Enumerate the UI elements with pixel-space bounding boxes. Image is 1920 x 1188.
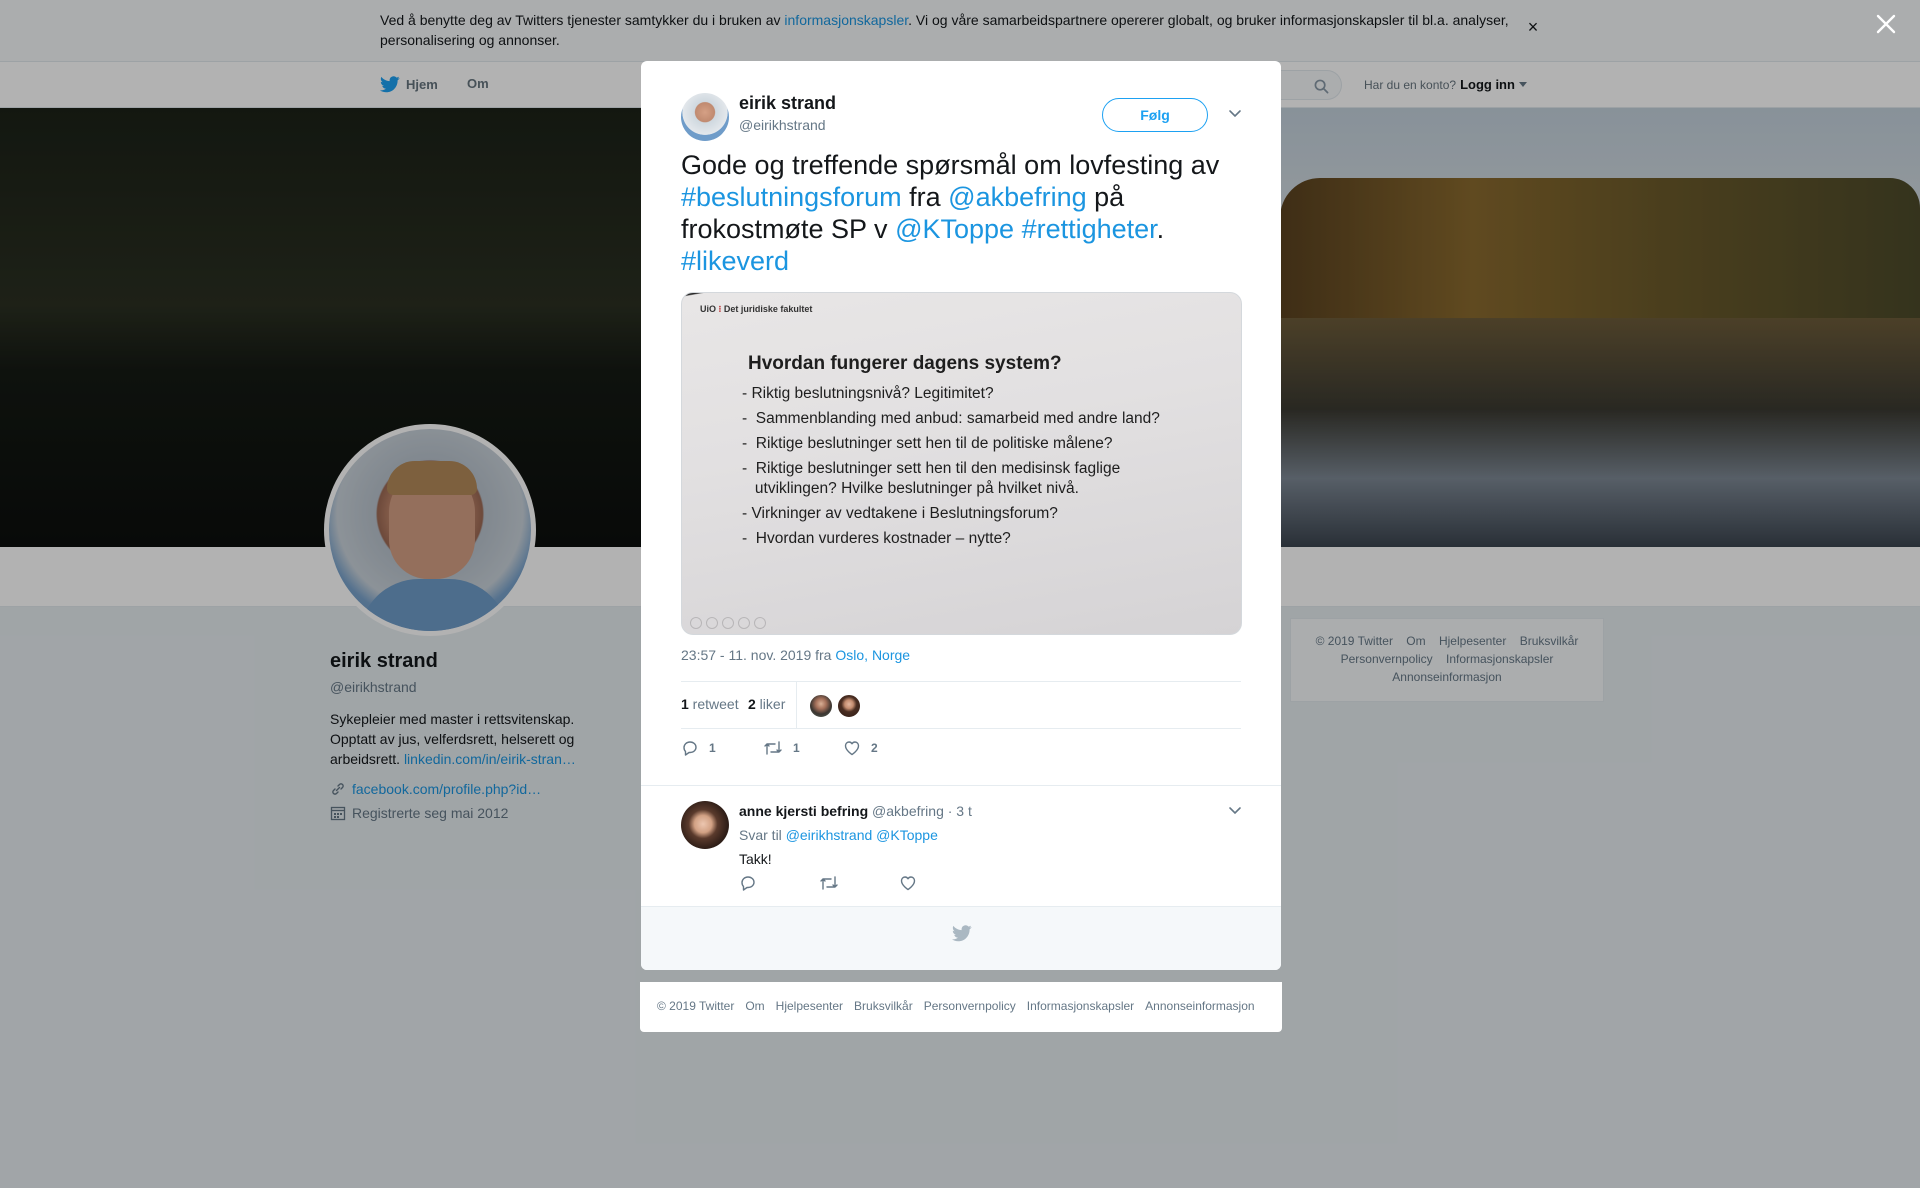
slide-title: Hvordan fungerer dagens system? <box>748 353 1062 374</box>
slide-bullets: - Riktig beslutningsnivå? Legitimitet? -… <box>742 381 1241 549</box>
footer-copyright: © 2019 Twitter <box>657 999 735 1013</box>
like-action-count: 2 <box>871 741 878 755</box>
footer-help[interactable]: Hjelpesenter <box>776 999 843 1032</box>
like-button[interactable]: 2 <box>843 739 878 757</box>
chevron-down-icon[interactable] <box>1228 806 1242 816</box>
slide-bullet: - Riktige beslutninger sett hen til de p… <box>742 435 1113 452</box>
tweet-author-handle[interactable]: @eirikhstrand <box>739 117 826 133</box>
tweet-image[interactable]: UiO ⁝ Det juridiske fakultet Hvordan fun… <box>681 292 1242 635</box>
retweet-action-count: 1 <box>793 741 800 755</box>
mention-ktoppe[interactable]: @KToppe <box>876 827 938 843</box>
reply-author-avatar[interactable] <box>681 801 729 849</box>
tweet-text-part: . <box>1156 214 1165 244</box>
retweet-icon <box>764 741 782 755</box>
retweet-count: 1 <box>681 696 689 712</box>
footer-about[interactable]: Om <box>745 999 764 1032</box>
tweet-text-part: fra <box>901 182 949 212</box>
slide-bullet: utviklingen? Hvilke beslutninger på hvil… <box>742 480 1079 497</box>
tweet-actions: 1 1 2 <box>681 739 1241 763</box>
twitter-bird-icon <box>952 925 972 942</box>
reply-to: Svar til @eirikhstrand @KToppe <box>739 827 938 843</box>
reply-author-name[interactable]: anne kjersti befring <box>739 803 868 819</box>
slide-uio-logo: UiO <box>700 304 717 314</box>
tweet-text-part <box>1014 214 1022 244</box>
reply-count: 1 <box>709 741 716 755</box>
reply-text: Takk! <box>739 851 772 867</box>
retweet-button[interactable]: 1 <box>763 739 800 757</box>
reply-icon[interactable] <box>739 874 757 892</box>
heart-icon <box>844 741 860 756</box>
modal-footer-bar <box>641 906 1281 970</box>
slide-header: UiO ⁝ Det juridiske fakultet <box>700 304 812 315</box>
close-icon[interactable] <box>1874 12 1898 36</box>
reply-button[interactable]: 1 <box>681 739 716 757</box>
tweet-modal: eirik strand @eirikhstrand Følg Gode og … <box>641 61 1281 970</box>
liker-avatar[interactable] <box>837 694 861 718</box>
liker-avatar[interactable] <box>809 694 833 718</box>
hashtag-likeverd[interactable]: #likeverd <box>681 246 789 276</box>
tweet-text-part: Gode og treffende spørsmål om lovfesting… <box>681 150 1220 180</box>
reply-icon <box>683 741 697 756</box>
slide-faculty: Det juridiske fakultet <box>723 304 813 314</box>
hashtag-beslutningsforum[interactable]: #beslutningsforum <box>681 182 902 212</box>
slide-bullet: - Riktig beslutningsnivå? Legitimitet? <box>742 385 994 402</box>
slide-bullet: - Sammenblanding med anbud: samarbeid me… <box>742 410 1160 427</box>
modal-footer-links: © 2019 Twitter Om Hjelpesenter Bruksvilk… <box>640 982 1282 1032</box>
slide-controls <box>690 617 766 629</box>
footer-cookies[interactable]: Informasjonskapsler <box>1027 999 1134 1032</box>
slide-bullet: - Riktige beslutninger sett hen til den … <box>742 460 1121 477</box>
chevron-down-icon[interactable] <box>1228 109 1242 119</box>
like-count: 2 <box>748 696 756 712</box>
tweet-text: Gode og treffende spørsmål om lovfesting… <box>681 149 1251 277</box>
mention-akbefring[interactable]: @akbefring <box>948 182 1086 212</box>
reply-tweet[interactable]: anne kjersti befring @akbefring · 3 t Sv… <box>641 785 1281 901</box>
like-stat[interactable]: 2 liker <box>748 696 785 712</box>
footer-privacy[interactable]: Personvernpolicy <box>924 999 1016 1032</box>
slide-bullet: - Virkninger av vedtakene i Beslutningsf… <box>742 505 1058 522</box>
mention-eirikhstrand[interactable]: @eirikhstrand <box>786 827 873 843</box>
reply-time[interactable]: · 3 t <box>944 803 972 819</box>
divider <box>796 682 797 728</box>
tweet-timestamp: 23:57 - 11. nov. 2019 fra Oslo, Norge <box>681 647 910 663</box>
tweet-time: 23:57 - 11. nov. 2019 fra <box>681 647 836 663</box>
reply-to-label: Svar til <box>739 827 786 843</box>
reply-actions <box>739 874 1039 894</box>
tweet-stats: 1 retweet 2 liker <box>681 681 1241 729</box>
reply-header: anne kjersti befring @akbefring · 3 t <box>739 803 972 819</box>
hashtag-rettigheter[interactable]: #rettigheter <box>1022 214 1157 244</box>
mention-ktoppe[interactable]: @KToppe <box>895 214 1014 244</box>
heart-icon[interactable] <box>899 874 917 892</box>
footer-terms[interactable]: Bruksvilkår <box>854 999 913 1032</box>
tweet-author-name[interactable]: eirik strand <box>739 93 836 114</box>
retweet-label: retweet <box>688 696 739 712</box>
tweet-location[interactable]: Oslo, Norge <box>835 647 910 663</box>
retweet-stat[interactable]: 1 retweet <box>681 696 739 712</box>
like-label: liker <box>755 696 786 712</box>
slide-bullet: - Hvordan vurderes kostnader – nytte? <box>742 530 1011 547</box>
reply-author-handle[interactable]: @akbefring <box>872 803 944 819</box>
follow-button[interactable]: Følg <box>1102 98 1208 132</box>
slide-header-mark: ⁝ <box>716 304 724 314</box>
footer-ads[interactable]: Annonseinformasjon <box>1145 999 1254 1032</box>
tweet-author-avatar[interactable] <box>681 93 729 141</box>
retweet-icon[interactable] <box>819 874 839 892</box>
